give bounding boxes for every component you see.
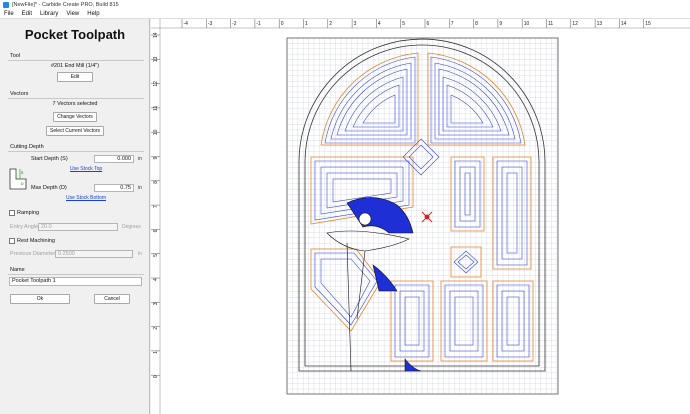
panel-title: Pocket Toolpath [24,27,126,42]
ruler-y-label: 10 [153,129,159,135]
depth-diagram-icon: S D [9,168,27,190]
ruler-x-label: -4 [184,21,189,27]
ruler-y-label: 3 [153,302,159,305]
ruler-x-label: 15 [645,21,651,27]
use-stock-top-link[interactable]: Use Stock Top [70,166,102,172]
start-depth-label: Start Depth (S) [31,156,68,162]
toolpath-panel: Pocket Toolpath Tool #201 End Mill (1/4"… [0,19,150,414]
edit-tool-button[interactable]: Edit [57,72,93,82]
rest-machining-checkbox[interactable] [9,238,15,244]
ruler-x-label: 1 [305,21,308,27]
toolpath-name-field[interactable]: Pocket Toolpath 1 [9,277,142,286]
grid [286,37,558,394]
ruler-x-label: 9 [499,21,502,27]
ruler-x-label: 5 [402,21,405,27]
ruler-x-label: 14 [621,21,627,27]
ramping-label: Ramping [17,210,40,216]
divider [8,60,144,61]
use-stock-bottom-link[interactable]: Use Stock Bottom [66,195,106,201]
divider [8,151,144,152]
tool-name: #201 End Mill (1/4") [50,63,100,69]
select-current-vectors-button[interactable]: Select Current Vectors [46,126,104,136]
ruler-y-label: 4 [153,278,159,281]
max-depth-unit: in [138,185,142,191]
ruler-x-label: 6 [427,21,430,27]
ruler-x-label: 13 [597,21,603,27]
ruler-y-label: 1 [153,351,159,354]
ruler-x-label: 3 [354,21,357,27]
max-depth-label: Max Depth (D) [31,185,67,191]
rest-machining-label: Rest Machining [17,238,55,244]
cutting-depth-section-label: Cutting Depth [10,144,44,150]
ruler-x-label: 8 [475,21,478,27]
menu-help[interactable]: Help [83,11,103,17]
design-canvas[interactable]: -4 -3 -2 -1 0 1 2 3 4 5 6 7 8 9 10 11 12 13 14 15 14 13 12 11 1… [151,19,690,414]
change-vectors-button[interactable]: Change Vectors [53,112,97,122]
start-depth-field[interactable]: 0.000 [94,155,134,163]
ruler-y-label: 9 [153,157,159,160]
menu-library[interactable]: Library [36,11,62,17]
svg-text:S: S [21,171,24,175]
ruler-x-label: 7 [451,21,454,27]
menu-bar: File Edit Library View Help [0,10,690,19]
entry-angle-field[interactable]: 20.0 [38,223,118,231]
app-icon [3,2,9,8]
origin-marker [421,211,433,223]
ruler-x-label: 4 [378,21,381,27]
ruler-y-label: 14 [153,32,159,38]
max-depth-field[interactable]: 0.75 [94,184,134,192]
ruler-y-label: 11 [153,105,159,110]
ramping-checkbox[interactable] [9,210,15,216]
divider [8,274,144,275]
entry-angle-label: Entry Angle [10,224,39,230]
cancel-button[interactable]: Cancel [94,294,130,304]
ruler-y-label: 12 [153,81,159,87]
vectors-selected-text: 7 Vectors selected [52,101,98,107]
ruler-x-label: -2 [232,21,237,27]
ruler-x-label: 10 [524,21,530,27]
tool-section-label: Tool [10,53,21,59]
menu-edit[interactable]: Edit [18,11,36,17]
divider [8,98,144,99]
ruler-y-label: 8 [153,181,159,184]
ok-button[interactable]: Ok [10,294,70,304]
ruler-x-label: -3 [208,21,213,27]
ruler-x-label: 11 [548,21,553,27]
ruler-y-label: 13 [153,57,159,63]
name-section-label: Name [10,267,25,273]
title-bar: [NewFile]* - Carbide Create PRO, Build 8… [0,0,690,10]
window-title: [NewFile]* - Carbide Create PRO, Build 8… [12,2,119,8]
previous-diameter-field[interactable]: 0.2500 [55,250,133,258]
ruler-x-label: 12 [572,21,578,27]
ruler-x-label: 0 [281,21,284,27]
start-depth-unit: in [138,156,142,162]
ruler-y-label: 6 [153,229,159,232]
ruler-x-label: 2 [329,21,332,27]
ruler-y-label: 0 [153,375,159,378]
ruler-y-label: 2 [153,327,159,330]
previous-diameter-unit: in [138,251,142,257]
menu-file[interactable]: File [0,11,18,17]
entry-angle-unit: Degrees [122,224,141,230]
stock-boundary [286,37,559,395]
menu-view[interactable]: View [62,11,83,17]
ruler-x-label: -1 [256,21,261,27]
ruler-y-label: 5 [153,254,159,257]
vectors-section-label: Vectors [10,91,29,97]
previous-diameter-label: Previous Diameter [10,251,56,257]
ruler-y-label: 7 [153,205,159,208]
